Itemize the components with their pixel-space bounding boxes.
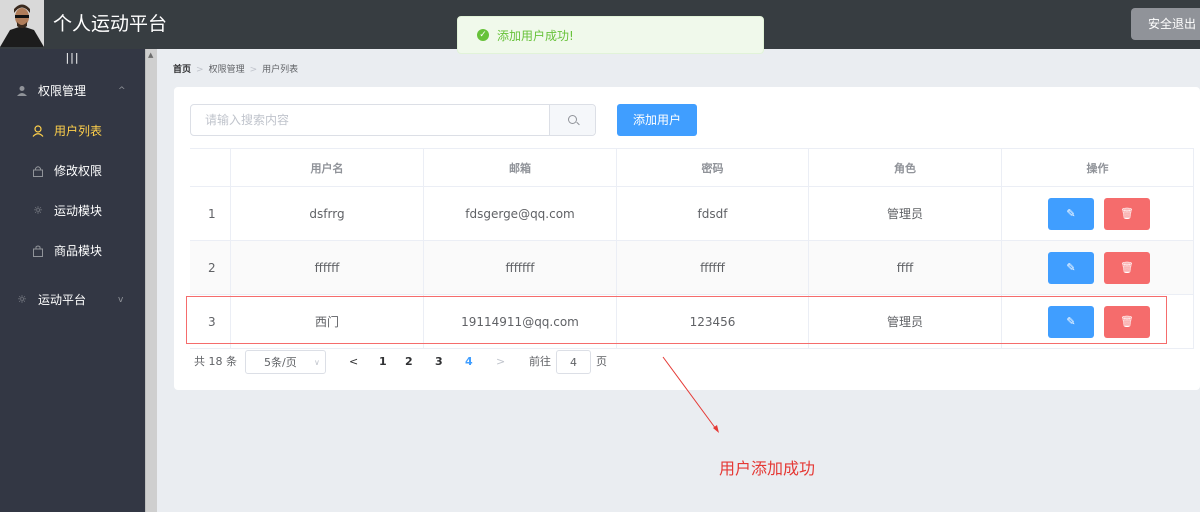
annotation-text: 用户添加成功 <box>719 459 816 478</box>
annotation-arrow-line <box>662 356 717 430</box>
annotation-arrow <box>662 356 719 433</box>
